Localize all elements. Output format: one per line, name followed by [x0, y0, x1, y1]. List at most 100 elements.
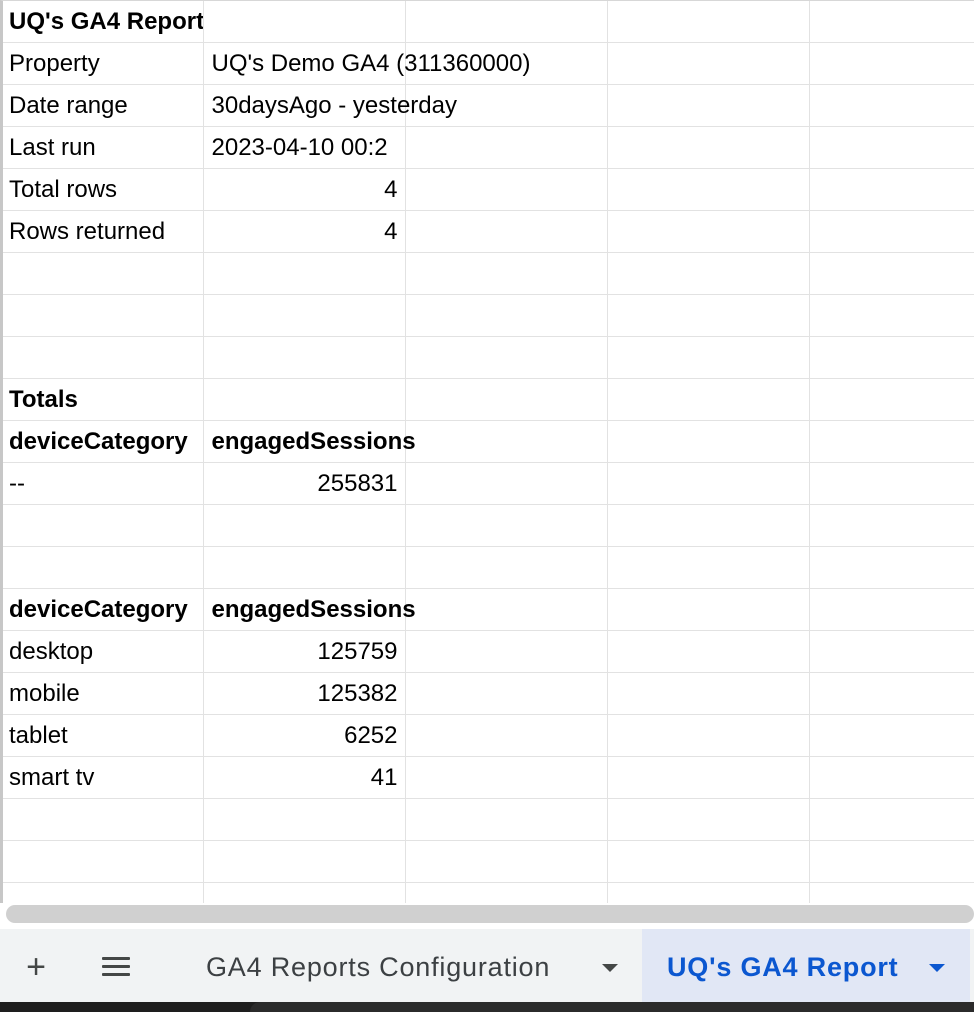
sheet-cell[interactable]	[607, 588, 810, 631]
sheet-cell[interactable]: desktop	[3, 630, 204, 673]
sheet-cell[interactable]	[809, 882, 974, 903]
sheet-cell[interactable]	[405, 714, 608, 757]
sheet-cell[interactable]	[607, 420, 810, 463]
sheet-cell[interactable]	[203, 798, 406, 841]
sheet-cell[interactable]: Last run	[3, 126, 204, 169]
sheet-cell[interactable]	[203, 252, 406, 295]
sheet-cell[interactable]	[203, 840, 406, 883]
sheet-cell[interactable]	[809, 420, 974, 463]
sheet-cell[interactable]	[809, 210, 974, 253]
sheet-cell[interactable]: 4	[203, 168, 406, 211]
sheet-cell[interactable]: 255831	[203, 462, 406, 505]
sheet-cell[interactable]	[203, 882, 406, 903]
sheet-cell[interactable]	[607, 168, 810, 211]
sheet-cell[interactable]	[607, 210, 810, 253]
sheet-cell[interactable]	[607, 504, 810, 547]
sheet-cell[interactable]: UQ's Demo GA4 (311360000)	[203, 42, 530, 85]
sheet-cell[interactable]	[809, 546, 974, 589]
caret-down-icon[interactable]	[929, 964, 945, 972]
sheet-cell[interactable]	[203, 1, 406, 43]
caret-down-icon[interactable]	[602, 964, 618, 972]
sheet-cell[interactable]	[405, 336, 608, 379]
sheet-cell[interactable]	[203, 294, 406, 337]
sheet-cell[interactable]: mobile	[3, 672, 204, 715]
sheet-cell[interactable]: Totals	[3, 378, 204, 421]
sheet-cell[interactable]	[809, 756, 974, 799]
sheet-cell[interactable]	[405, 210, 608, 253]
sheet-cell[interactable]	[809, 840, 974, 883]
sheet-cell[interactable]	[809, 630, 974, 673]
sheet-cell[interactable]	[203, 504, 406, 547]
sheet-cell[interactable]	[405, 168, 608, 211]
sheet-cell[interactable]	[809, 714, 974, 757]
sheet-cell[interactable]	[809, 588, 974, 631]
sheet-cell[interactable]	[405, 420, 608, 463]
sheet-cell[interactable]	[203, 546, 406, 589]
sheet-cell[interactable]	[809, 336, 974, 379]
sheet-cell[interactable]	[809, 378, 974, 421]
sheet-cell[interactable]: UQ's GA4 Report	[3, 1, 204, 43]
sheet-cell[interactable]	[607, 42, 810, 85]
sheet-cell[interactable]	[203, 336, 406, 379]
sheet-cell[interactable]	[3, 882, 204, 903]
sheet-cell[interactable]	[405, 252, 608, 295]
sheet-cell[interactable]	[405, 378, 608, 421]
sheet-cell[interactable]: engagedSessions	[203, 588, 416, 631]
sheet-cell[interactable]: 125382	[203, 672, 406, 715]
sheet-cell[interactable]	[607, 462, 810, 505]
tab-uqs-ga4-report[interactable]: UQ's GA4 Report	[642, 929, 970, 1005]
sheet-cell[interactable]	[607, 798, 810, 841]
sheet-cell[interactable]	[809, 462, 974, 505]
sheet-cell[interactable]	[405, 798, 608, 841]
sheet-cell[interactable]: deviceCategory	[3, 420, 204, 463]
sheet-cell[interactable]	[3, 840, 204, 883]
sheet-cell[interactable]	[607, 1, 810, 43]
sheet-cell[interactable]: Property	[3, 42, 204, 85]
sheet-cell[interactable]: Date range	[3, 84, 204, 127]
tab-ga4-reports-configuration[interactable]: GA4 Reports Configuration	[180, 929, 640, 1005]
sheet-cell[interactable]: tablet	[3, 714, 204, 757]
sheet-cell[interactable]	[405, 504, 608, 547]
sheet-cell[interactable]	[607, 882, 810, 903]
sheet-grid[interactable]: UQ's GA4 Report Property UQ's Demo GA4 (31…	[0, 0, 974, 903]
sheet-cell[interactable]	[607, 126, 810, 169]
sheet-cell[interactable]	[3, 336, 204, 379]
sheet-cell[interactable]	[607, 294, 810, 337]
sheet-cell[interactable]: 6252	[203, 714, 406, 757]
sheet-cell[interactable]: --	[3, 462, 204, 505]
sheet-cell[interactable]	[405, 840, 608, 883]
sheet-cell[interactable]: Rows returned	[3, 210, 204, 253]
sheet-cell[interactable]: 30daysAgo - yesterday	[203, 84, 457, 127]
sheet-cell[interactable]: smart tv	[3, 756, 204, 799]
sheet-cell[interactable]	[809, 294, 974, 337]
sheet-cell[interactable]	[405, 126, 608, 169]
sheet-cell[interactable]: 125759	[203, 630, 406, 673]
sheet-cell[interactable]	[607, 378, 810, 421]
sheet-cell[interactable]	[809, 504, 974, 547]
add-sheet-button[interactable]: +	[14, 929, 58, 1005]
sheet-cell[interactable]	[405, 462, 608, 505]
sheet-cell[interactable]: 4	[203, 210, 406, 253]
sheet-cell[interactable]	[405, 546, 608, 589]
sheet-cell[interactable]	[405, 672, 608, 715]
sheet-cell[interactable]	[607, 546, 810, 589]
sheet-cell[interactable]: engagedSessions	[203, 420, 416, 463]
sheet-cell[interactable]: 41	[203, 756, 406, 799]
sheet-cell[interactable]	[809, 672, 974, 715]
sheet-cell[interactable]	[809, 42, 974, 85]
sheet-cell[interactable]	[607, 252, 810, 295]
sheet-cell[interactable]	[809, 1, 974, 43]
sheet-cell[interactable]	[405, 630, 608, 673]
sheet-cell[interactable]	[607, 84, 810, 127]
sheet-cell[interactable]	[405, 1, 608, 43]
sheet-cell[interactable]	[405, 588, 608, 631]
sheet-cell[interactable]: Total rows	[3, 168, 204, 211]
sheet-cell[interactable]	[607, 336, 810, 379]
sheet-cell[interactable]	[809, 84, 974, 127]
sheet-cell[interactable]	[405, 882, 608, 903]
all-sheets-button[interactable]	[92, 929, 140, 1005]
sheet-cell[interactable]	[809, 126, 974, 169]
sheet-cell[interactable]	[607, 672, 810, 715]
sheet-cell[interactable]	[3, 294, 204, 337]
sheet-cell[interactable]	[405, 294, 608, 337]
